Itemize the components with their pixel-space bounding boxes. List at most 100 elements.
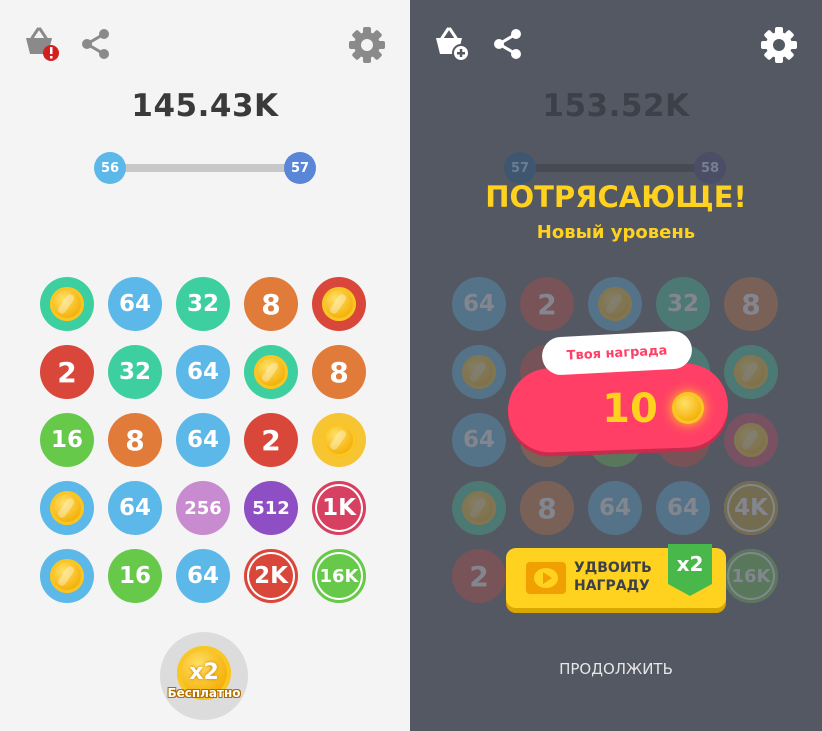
share-icon[interactable]	[492, 28, 524, 60]
coin-icon	[322, 287, 356, 321]
coin-tile[interactable]	[40, 549, 94, 603]
number-tile: 2	[520, 277, 574, 331]
coin-tile[interactable]	[40, 277, 94, 331]
number-tile: 16K	[724, 549, 778, 603]
level-progress-bar	[520, 164, 710, 172]
number-tile[interactable]: 2K	[244, 549, 298, 603]
basket-add-icon[interactable]	[432, 26, 472, 62]
tile-value: 8	[125, 423, 145, 457]
tile-value: 64	[118, 495, 151, 521]
coin-icon	[50, 287, 84, 321]
reward-label: Твоя награда	[566, 342, 668, 364]
number-tile[interactable]: 8	[108, 413, 162, 467]
level-next-badge: 57	[284, 152, 316, 184]
level-complete-panel: 153.52K 57 58 ПОТРЯСАЮЩЕ! Новый уровень …	[410, 0, 822, 731]
video-icon	[526, 562, 566, 594]
tile-value: 1K	[322, 495, 356, 521]
number-tile[interactable]: 16	[108, 549, 162, 603]
coin-tile	[588, 277, 642, 331]
coin-tile[interactable]	[312, 277, 366, 331]
number-tile[interactable]: 16	[40, 413, 94, 467]
reward-amount: 10	[602, 386, 658, 432]
coin-tile	[724, 413, 778, 467]
number-tile[interactable]: 16K	[312, 549, 366, 603]
number-tile: 64	[656, 481, 710, 535]
tile-value: 64	[462, 427, 495, 453]
bonus-multiplier: x2	[189, 660, 219, 685]
coin-icon	[672, 392, 704, 424]
score-display: 153.52K	[542, 88, 690, 124]
number-tile[interactable]: 512	[244, 481, 298, 535]
reward-label-tag: Твоя награда	[541, 330, 693, 376]
tile-value: 256	[184, 497, 222, 519]
continue-button[interactable]: ПРОДОЛЖИТЬ	[410, 660, 822, 678]
number-tile: 32	[656, 277, 710, 331]
number-tile[interactable]: 8	[244, 277, 298, 331]
number-tile: 64	[452, 413, 506, 467]
tile-value: 64	[118, 291, 151, 317]
number-tile: 4K	[724, 481, 778, 535]
level-progress-bar	[110, 164, 300, 172]
basket-alert-icon[interactable]	[22, 26, 62, 62]
tile-value: 2	[261, 423, 281, 457]
number-tile[interactable]: 64	[108, 277, 162, 331]
tile-value: 512	[252, 497, 290, 519]
number-tile[interactable]: 64	[176, 413, 230, 467]
coin-icon	[50, 491, 84, 525]
number-tile[interactable]: 2	[40, 345, 94, 399]
tile-value: 64	[462, 291, 495, 317]
tile-value: 64	[666, 495, 699, 521]
tile-value: 8	[741, 287, 761, 321]
coin-icon	[462, 491, 496, 525]
tile-value: 16K	[319, 565, 359, 587]
tile-value: 64	[186, 563, 219, 589]
tile-value: 8	[537, 491, 557, 525]
tile-value: 64	[186, 427, 219, 453]
tile-value: 32	[118, 359, 151, 385]
coin-icon	[50, 559, 84, 593]
tile-value: 16	[118, 563, 151, 589]
number-tile[interactable]: 256	[176, 481, 230, 535]
tile-value: 2	[57, 355, 77, 389]
coin-tile[interactable]	[312, 413, 366, 467]
coin-icon	[598, 287, 632, 321]
tile-value: 4K	[734, 495, 768, 521]
headline: ПОТРЯСАЮЩЕ!	[485, 180, 747, 214]
number-tile[interactable]: 64	[108, 481, 162, 535]
level-current-badge: 56	[94, 152, 126, 184]
subheadline: Новый уровень	[536, 222, 696, 243]
coin-tile[interactable]	[244, 345, 298, 399]
tile-value: 64	[186, 359, 219, 385]
coin-icon	[734, 423, 768, 457]
number-tile[interactable]: 64	[176, 549, 230, 603]
coin-icon	[322, 423, 356, 457]
number-tile[interactable]: 8	[312, 345, 366, 399]
tile-value: 16K	[731, 565, 771, 587]
number-tile[interactable]: 2	[244, 413, 298, 467]
tile-value: 32	[666, 291, 699, 317]
number-tile[interactable]: 64	[176, 345, 230, 399]
free-x2-bonus-button[interactable]: x2 Бесплатно	[160, 632, 248, 720]
tile-value: 64	[598, 495, 631, 521]
double-reward-line1: УДВОИТЬ	[574, 560, 652, 576]
game-board-panel: 145.43K 56 57 64 32 8 2 32 64 8 16 8 64 2 64 256 512 1…	[0, 0, 410, 731]
number-tile[interactable]: 1K	[312, 481, 366, 535]
number-grid: 64 32 8 2 32 64 8 16 8 64 2 64 256 512 1K 16 64 2K 16K	[40, 277, 380, 617]
number-tile: 8	[520, 481, 574, 535]
tile-value: 16	[50, 427, 83, 453]
number-tile[interactable]: 32	[176, 277, 230, 331]
coin-icon	[462, 355, 496, 389]
number-tile: 64	[588, 481, 642, 535]
score-display: 145.43K	[131, 88, 279, 124]
tile-value: 2	[469, 559, 489, 593]
gear-icon[interactable]	[760, 26, 798, 64]
coin-tile	[452, 481, 506, 535]
number-tile[interactable]: 32	[108, 345, 162, 399]
tile-value: 2	[537, 287, 557, 321]
gear-icon[interactable]	[348, 26, 386, 64]
x2-badge: x2	[668, 544, 712, 596]
tile-value: 8	[261, 287, 281, 321]
double-reward-line2: НАГРАДУ	[574, 578, 650, 594]
share-icon[interactable]	[80, 28, 112, 60]
coin-tile[interactable]	[40, 481, 94, 535]
